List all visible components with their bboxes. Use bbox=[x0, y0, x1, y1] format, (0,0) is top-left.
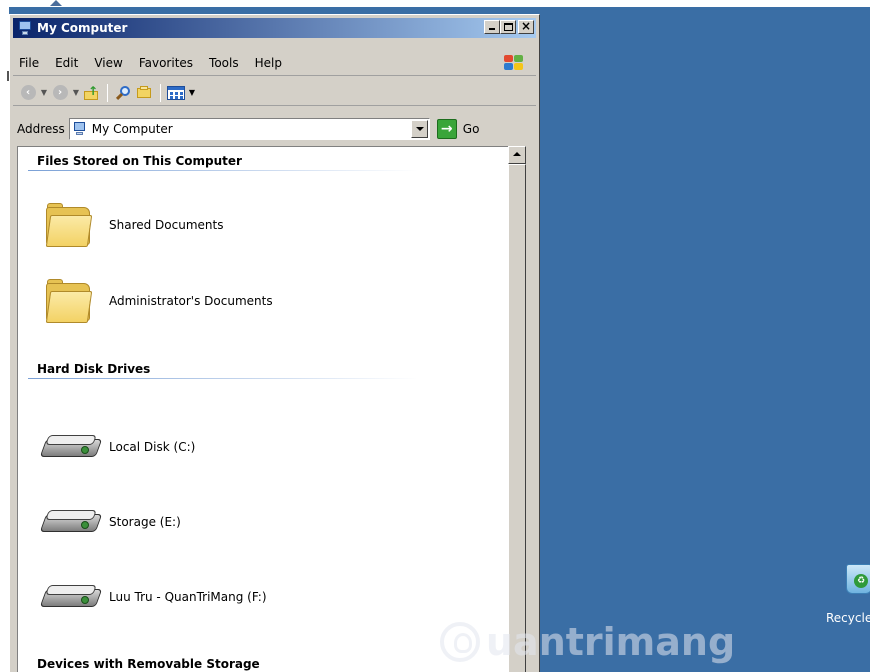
item-label: Luu Tru - QuanTriMang (F:) bbox=[109, 590, 267, 604]
forward-dropdown-icon[interactable]: ▼ bbox=[71, 88, 81, 97]
lightbulb-icon bbox=[440, 622, 480, 662]
minimize-button[interactable] bbox=[484, 20, 500, 34]
item-label: Shared Documents bbox=[109, 218, 224, 232]
desktop-top-strip bbox=[0, 0, 870, 7]
go-label: Go bbox=[462, 122, 480, 136]
my-computer-icon bbox=[73, 122, 87, 136]
file-list-pane: Files Stored on This Computer Shared Doc… bbox=[17, 146, 508, 672]
standard-toolbar: ‹ ▼ › ▼ ↑ ▼ bbox=[13, 80, 536, 106]
taskbar-arrow-icon bbox=[50, 0, 62, 6]
address-label: Address bbox=[17, 122, 65, 136]
back-button[interactable]: ‹ bbox=[17, 83, 39, 103]
menu-tools[interactable]: Tools bbox=[209, 56, 239, 70]
menu-bar: File Edit View Favorites Tools Help bbox=[13, 50, 536, 76]
recycle-bin-shortcut[interactable]: ♻ Recycle bbox=[820, 560, 870, 630]
desktop-left-edge bbox=[0, 7, 9, 672]
drive-item-storage-e[interactable]: Storage (E:) bbox=[39, 504, 181, 540]
folder-icon bbox=[45, 201, 93, 249]
recycle-bin-icon: ♻ bbox=[846, 560, 870, 594]
scroll-thumb[interactable] bbox=[508, 164, 526, 672]
search-icon bbox=[115, 85, 130, 100]
folders-icon bbox=[137, 86, 153, 99]
section-heading-removable-storage: Devices with Removable Storage bbox=[37, 657, 260, 671]
hard-drive-icon bbox=[39, 579, 103, 615]
windows-logo-icon bbox=[502, 53, 526, 73]
drive-item-local-disk-c[interactable]: Local Disk (C:) bbox=[39, 429, 196, 465]
title-buttons: × bbox=[484, 19, 534, 34]
forward-button[interactable]: › bbox=[49, 83, 71, 103]
menu-help[interactable]: Help bbox=[255, 56, 282, 70]
back-dropdown-icon[interactable]: ▼ bbox=[39, 88, 49, 97]
section-divider bbox=[28, 378, 418, 379]
back-icon: ‹ bbox=[20, 85, 36, 100]
folder-item-shared-documents[interactable]: Shared Documents bbox=[45, 201, 223, 249]
folders-button[interactable] bbox=[134, 83, 156, 103]
address-bar: Address My Computer → Go bbox=[13, 116, 536, 142]
hard-drive-icon bbox=[39, 429, 103, 465]
address-dropdown-button[interactable] bbox=[410, 120, 428, 138]
section-heading-hard-disk-drives: Hard Disk Drives bbox=[37, 362, 151, 376]
folder-icon bbox=[45, 277, 93, 325]
views-button[interactable] bbox=[165, 83, 187, 103]
recycle-bin-label: Recycle bbox=[826, 611, 870, 625]
my-computer-window: My Computer × File Edit View Favorites T… bbox=[9, 14, 540, 672]
folder-item-administrators-documents[interactable]: Administrator's Documents bbox=[45, 277, 273, 325]
vertical-scrollbar[interactable] bbox=[508, 146, 526, 672]
close-button[interactable]: × bbox=[518, 19, 534, 34]
maximize-button[interactable] bbox=[500, 20, 516, 34]
title-bar[interactable]: My Computer × bbox=[13, 18, 536, 38]
menu-edit[interactable]: Edit bbox=[55, 56, 78, 70]
address-input[interactable]: My Computer bbox=[68, 118, 430, 140]
scroll-up-button[interactable] bbox=[508, 146, 526, 164]
item-label: Local Disk (C:) bbox=[109, 440, 196, 454]
address-value: My Computer bbox=[91, 122, 173, 136]
views-dropdown-icon[interactable]: ▼ bbox=[187, 88, 197, 97]
up-button[interactable]: ↑ bbox=[81, 83, 103, 103]
watermark-text: uantrimang bbox=[486, 620, 736, 664]
toolbar-separator bbox=[160, 83, 161, 102]
watermark: uantrimang bbox=[440, 612, 735, 672]
menu-view[interactable]: View bbox=[94, 56, 122, 70]
up-folder-icon: ↑ bbox=[84, 84, 100, 100]
hard-drive-icon bbox=[39, 504, 103, 540]
window-title: My Computer bbox=[37, 21, 128, 35]
go-arrow-icon: → bbox=[436, 119, 457, 139]
search-button[interactable] bbox=[112, 83, 134, 103]
section-heading-files: Files Stored on This Computer bbox=[37, 154, 242, 168]
forward-icon: › bbox=[52, 85, 68, 100]
menu-favorites[interactable]: Favorites bbox=[139, 56, 193, 70]
item-label: Storage (E:) bbox=[109, 515, 181, 529]
section-divider bbox=[28, 170, 418, 171]
my-computer-icon bbox=[17, 20, 33, 36]
drive-item-luu-tru-f[interactable]: Luu Tru - QuanTriMang (F:) bbox=[39, 579, 267, 615]
toolbar-separator bbox=[107, 83, 108, 102]
go-button[interactable]: → Go bbox=[436, 119, 480, 139]
menu-file[interactable]: File bbox=[19, 56, 39, 70]
views-icon bbox=[167, 85, 185, 100]
item-label: Administrator's Documents bbox=[109, 294, 273, 308]
